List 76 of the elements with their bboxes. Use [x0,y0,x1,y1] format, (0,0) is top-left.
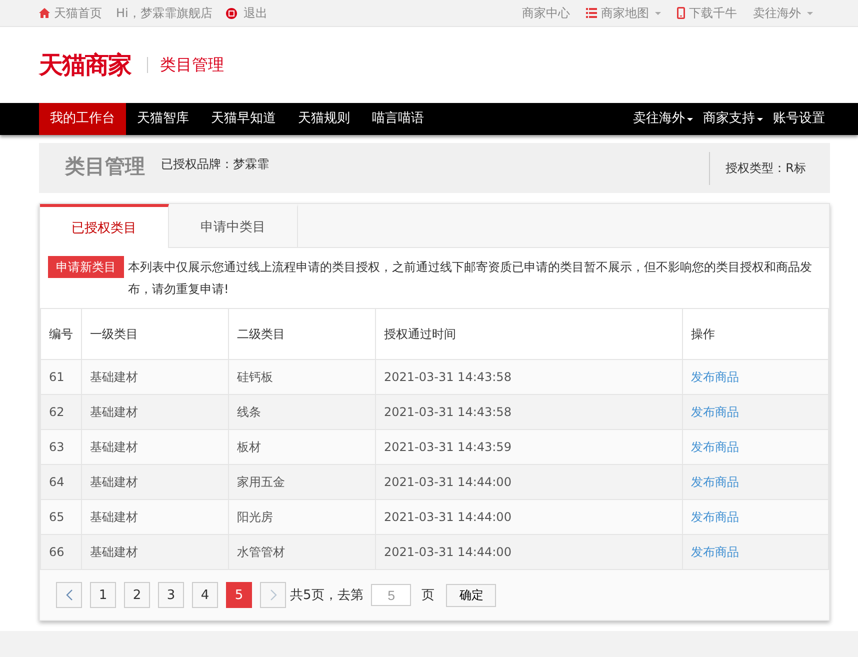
table-cell: 2021-03-31 14:44:00 [376,534,682,570]
table-cell: 61 [40,360,82,394]
nav-tab[interactable]: 喵言喵语 [361,103,435,135]
table-cell: 基础建材 [82,464,228,500]
sitemap-link[interactable]: 商家地图 [586,4,661,22]
table-cell: 家用五金 [228,464,376,500]
nav-tab[interactable]: 天猫智库 [126,103,200,135]
table-cell: 2021-03-31 14:43:58 [376,394,682,430]
next-page-button[interactable] [260,582,286,608]
page-button[interactable]: 5 [226,582,252,608]
caret-icon [687,118,693,120]
caret-icon [655,12,661,14]
publish-link[interactable]: 发布商品 [691,370,739,384]
table-cell: 基础建材 [82,360,228,394]
nav-menu[interactable]: 商家支持 [698,103,768,135]
table-cell: 2021-03-31 14:43:58 [376,360,682,394]
tab[interactable]: 已授权类目 [40,204,169,248]
table-cell: 阳光房 [228,500,376,534]
column-header: 一级类目 [82,308,228,360]
table-cell: 基础建材 [82,534,228,570]
apply-category-button[interactable]: 申请新类目 [48,256,124,278]
page-button[interactable]: 2 [124,582,150,608]
table-cell: 65 [40,500,82,534]
greeting-text: Hi，梦霖霏旗舰店 [116,4,212,22]
column-header: 编号 [40,308,82,360]
table-cell: 66 [40,534,82,570]
column-header: 授权通过时间 [376,308,682,360]
caret-icon [807,12,813,14]
seller-center-link[interactable]: 商家中心 [522,4,570,22]
table-cell: 2021-03-31 14:44:00 [376,464,682,500]
nav-menu[interactable]: 账号设置 [768,103,830,135]
nav-tab[interactable]: 天猫规则 [287,103,361,135]
previous-page-button[interactable] [56,582,82,608]
logout-link[interactable]: 退出 [243,4,268,22]
table-cell: 线条 [228,394,376,430]
total-pages-text: 共5页，去第 [290,587,364,604]
caret-icon [757,118,763,120]
table-cell: 水管管材 [228,534,376,570]
overseas-link[interactable]: 卖往海外 [753,4,813,22]
table-cell: 62 [40,394,82,430]
chevron-right-icon [270,589,276,601]
publish-link[interactable]: 发布商品 [691,440,739,454]
phone-icon [677,7,685,19]
tab[interactable]: 申请中类目 [169,204,298,247]
notice-text: 本列表中仅展示您通过线上流程申请的类目授权，之前通过线下邮寄资质已申请的类目暂不展示，但不影响您的类目授权和商品发布，请勿重复申请! [128,259,813,298]
download-link[interactable]: 下载千牛 [677,4,737,22]
nav-tab[interactable]: 天猫早知道 [200,103,287,135]
page-title: 类目管理 [65,152,145,180]
nav-menu[interactable]: 卖往海外 [628,103,698,135]
column-header: 二级类目 [228,308,376,360]
header-subtitle: 类目管理 [160,54,224,76]
page-button[interactable]: 1 [90,582,116,608]
chevron-left-icon [66,589,72,601]
table-cell: 基础建材 [82,500,228,534]
brand-text: 已授权品牌：梦霖霏 [161,156,270,172]
table-cell: 2021-03-31 14:44:00 [376,500,682,534]
auth-type-text: 授权类型：R标 [708,152,806,184]
home-icon [39,8,50,18]
list-icon [586,8,597,18]
publish-link[interactable]: 发布商品 [691,510,739,524]
column-header: 操作 [682,308,828,360]
home-link[interactable]: 天猫首页 [39,4,102,22]
table-cell: 基础建材 [82,430,228,464]
table-cell: 2021-03-31 14:43:59 [376,430,682,464]
page-button[interactable]: 3 [158,582,184,608]
logo-text: 天猫商家 [39,50,131,81]
nav-tab[interactable]: 我的工作台 [39,103,126,135]
table-cell: 63 [40,430,82,464]
page-unit-text: 页 [421,587,434,604]
page-button[interactable]: 4 [192,582,218,608]
badge-icon [226,8,238,18]
confirm-button[interactable]: 确定 [446,584,496,606]
table-cell: 基础建材 [82,394,228,430]
table-cell: 64 [40,464,82,500]
table-cell: 板材 [228,430,376,464]
table-cell: 硅钙板 [228,360,376,394]
